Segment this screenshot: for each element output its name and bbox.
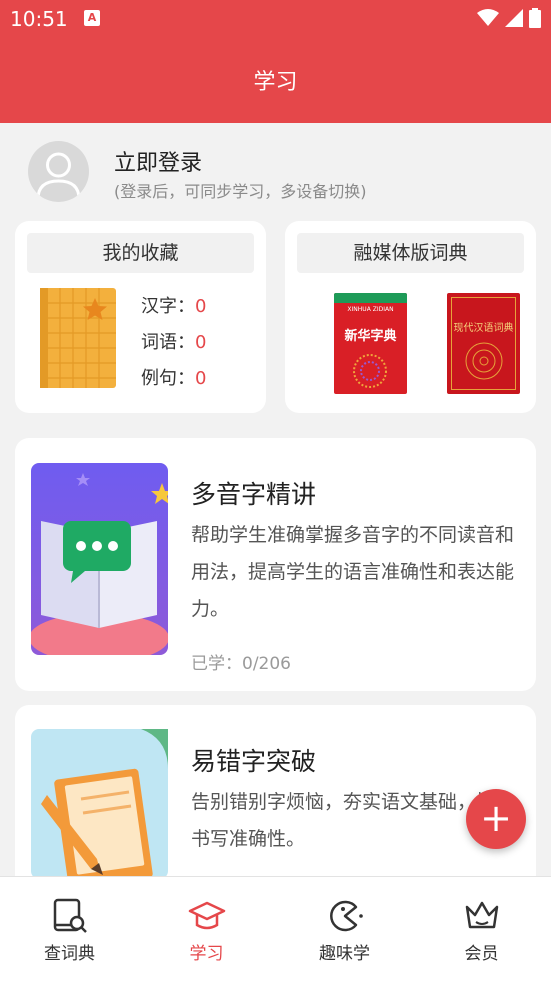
book2-title: 现代汉语词典 bbox=[453, 323, 514, 334]
fav-row-liju[interactable]: 例句：0 bbox=[141, 364, 206, 390]
book-pattern-icon bbox=[465, 342, 503, 380]
status-icons bbox=[477, 8, 541, 28]
signal-icon bbox=[505, 9, 523, 27]
course-title: 多音字精讲 bbox=[191, 480, 317, 509]
tab-membership[interactable]: 会员 bbox=[413, 877, 550, 981]
pacman-icon bbox=[329, 900, 363, 932]
fav-count: 0 bbox=[195, 296, 207, 317]
page-title: 学习 bbox=[253, 70, 298, 95]
user-icon bbox=[36, 152, 81, 200]
add-button[interactable]: + bbox=[466, 789, 526, 849]
fav-count: 0 bbox=[195, 332, 207, 353]
favorites-title: 我的收藏 bbox=[27, 233, 254, 273]
dictionary-card[interactable]: 融媒体版词典 XINHUA ZIDIAN 新华字典 现代汉语词典 bbox=[285, 221, 536, 413]
tab-label: 会员 bbox=[464, 944, 499, 964]
favorites-card[interactable]: 我的收藏 汉字：0 词语：0 例句：0 bbox=[15, 221, 266, 413]
fav-count: 0 bbox=[195, 368, 207, 389]
tab-dictionary[interactable]: 查词典 bbox=[1, 877, 138, 981]
status-time: 10:51 bbox=[10, 7, 68, 31]
dictionary-title: 融媒体版词典 bbox=[297, 233, 524, 273]
fav-row-hanzi[interactable]: 汉字：0 bbox=[141, 292, 206, 318]
course-card-typo[interactable]: 易错字突破 告别错别字烦恼，夯实语文基础，提升书写准确性。 bbox=[15, 705, 536, 895]
tab-fun-learning[interactable]: 趣味学 bbox=[276, 877, 413, 981]
header-bar: 10:51 A 学习 bbox=[0, 0, 551, 123]
login-subtitle: (登录后，可同步学习，多设备切换) bbox=[114, 182, 367, 201]
modern-chinese-dictionary-book[interactable]: 现代汉语词典 bbox=[447, 293, 520, 394]
course-card-polyphonic[interactable]: 多音字精讲 帮助学生准确掌握多音字的不同读音和用法，提高学生的语言准确性和表达能… bbox=[15, 438, 536, 691]
fav-label: 词语： bbox=[141, 332, 195, 353]
course-title: 易错字突破 bbox=[191, 747, 317, 776]
status-bar: 10:51 A bbox=[0, 0, 551, 40]
tab-study[interactable]: 学习 bbox=[138, 877, 275, 981]
fav-label: 汉字： bbox=[141, 296, 195, 317]
course-progress: 已学：0/206 bbox=[191, 654, 291, 674]
xinhua-dictionary-book[interactable]: XINHUA ZIDIAN 新华字典 bbox=[334, 293, 407, 394]
graduation-cap-icon bbox=[188, 901, 225, 930]
battery-icon bbox=[529, 8, 541, 28]
crown-icon bbox=[465, 901, 498, 929]
wifi-icon bbox=[477, 9, 499, 26]
fav-row-ciyu[interactable]: 词语：0 bbox=[141, 328, 206, 354]
dictionary-search-icon bbox=[53, 898, 87, 933]
tab-label: 趣味学 bbox=[319, 944, 370, 964]
bottom-tab-bar: 查词典 学习 趣味学 会员 bbox=[0, 876, 551, 981]
login-row[interactable]: 立即登录 (登录后，可同步学习，多设备切换) bbox=[0, 123, 551, 219]
pencil-notebook-icon bbox=[31, 729, 168, 879]
tab-label: 学习 bbox=[189, 944, 224, 964]
course-description: 帮助学生准确掌握多音字的不同读音和用法，提高学生的语言准确性和表达能力。 bbox=[191, 524, 515, 620]
book1-title: 新华字典 bbox=[344, 329, 397, 344]
book1-pinyin: XINHUA ZIDIAN bbox=[347, 306, 394, 313]
open-book-chat-icon bbox=[31, 463, 168, 655]
tab-label: 查词典 bbox=[44, 944, 95, 964]
app-notification-icon: A bbox=[84, 10, 100, 26]
fav-label: 例句： bbox=[141, 368, 195, 389]
login-title[interactable]: 立即登录 bbox=[114, 145, 202, 177]
avatar[interactable] bbox=[28, 141, 89, 202]
book-ornament-icon bbox=[353, 354, 387, 388]
favorites-book-icon bbox=[40, 288, 116, 388]
